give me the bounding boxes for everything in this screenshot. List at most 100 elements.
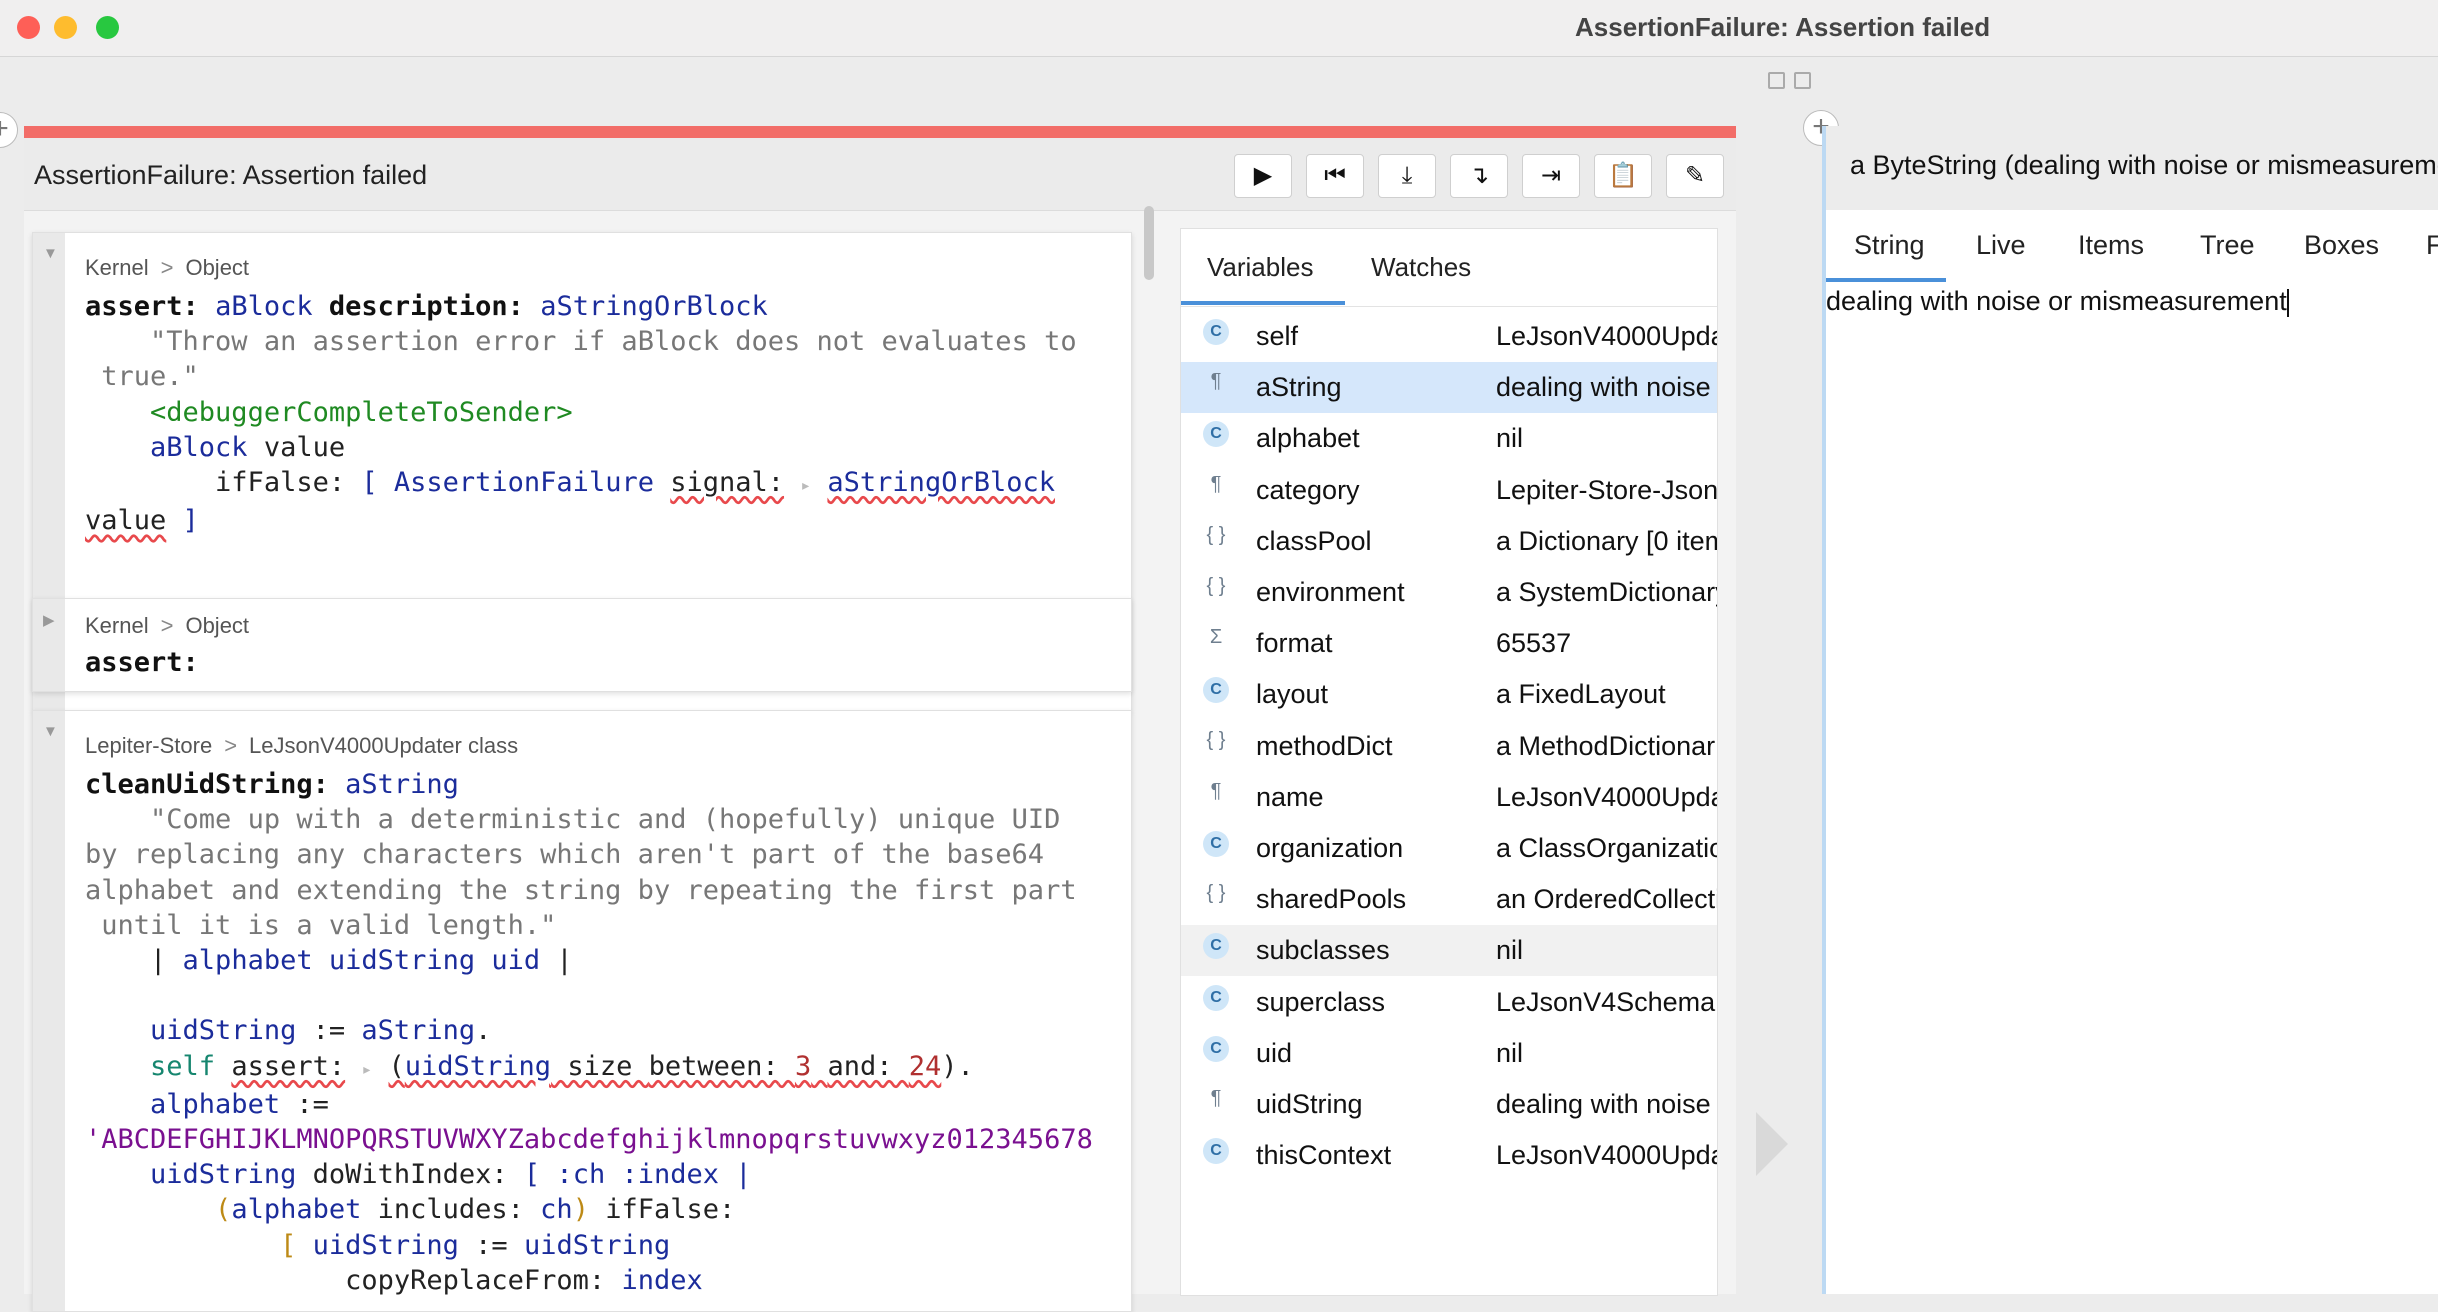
tab-live[interactable]: Live bbox=[1976, 230, 2026, 261]
method-code[interactable]: assert: aBlock description: aStringOrBlo… bbox=[85, 289, 1077, 538]
variable-row[interactable]: ¶ category Lepiter-Store-Json bbox=[1181, 465, 1717, 516]
tab-watches[interactable]: Watches bbox=[1371, 229, 1471, 305]
method-comment: true." bbox=[85, 361, 199, 393]
minimize-window-button[interactable] bbox=[54, 16, 77, 39]
crumb-separator: > bbox=[224, 733, 238, 758]
variable-row[interactable]: ¶ name LeJsonV4000Updat bbox=[1181, 772, 1717, 823]
expand-marker-icon[interactable]: ▸ bbox=[800, 475, 811, 496]
crumb-class[interactable]: Object bbox=[185, 255, 249, 280]
error-accent-bar bbox=[24, 126, 1736, 138]
class-icon: C bbox=[1201, 1035, 1231, 1062]
variable-name: subclasses bbox=[1256, 935, 1390, 966]
stack-scrollbar[interactable] bbox=[1144, 206, 1154, 280]
copy-stack-button[interactable]: 📋 bbox=[1594, 154, 1652, 198]
variable: uidString bbox=[404, 1050, 552, 1082]
frame-expander[interactable]: ▼ bbox=[33, 711, 65, 1311]
variable-row[interactable]: { } sharedPools an OrderedCollecti bbox=[1181, 874, 1717, 925]
expand-arrow-icon[interactable] bbox=[1756, 1112, 1788, 1176]
class-icon: C bbox=[1201, 831, 1231, 857]
method-signature: assert: bbox=[85, 645, 199, 680]
variable-row[interactable]: Csubclasses nil bbox=[1181, 925, 1717, 977]
paren: ). bbox=[941, 1050, 974, 1082]
variable-row[interactable]: ¶ uidString dealing with noise bbox=[1181, 1079, 1717, 1130]
variable-name: sharedPools bbox=[1256, 884, 1407, 915]
step-through-button[interactable]: ⇥ bbox=[1522, 154, 1580, 198]
variable-row[interactable]: { } classPool a Dictionary [0 item bbox=[1181, 516, 1717, 567]
selector: assert: bbox=[85, 647, 199, 678]
crumb-class[interactable]: Object bbox=[185, 613, 249, 638]
crumb-class[interactable]: LeJsonV4000Updater class bbox=[249, 733, 518, 758]
variable-value: nil bbox=[1496, 935, 1524, 966]
variable: aString bbox=[361, 1015, 476, 1047]
clipboard-icon: 📋 bbox=[1608, 162, 1638, 189]
string-content-editor[interactable]: dealing with noise or mismeasurement bbox=[1826, 286, 2289, 317]
variable: alphabet bbox=[150, 1088, 281, 1120]
square-icon[interactable] bbox=[1794, 72, 1811, 89]
class-badge: C bbox=[1203, 319, 1229, 345]
method-comment: until it is a valid length." bbox=[85, 909, 557, 941]
variable-row[interactable]: Σformat 65537 bbox=[1181, 618, 1717, 669]
message: value bbox=[85, 505, 167, 537]
step-into-button[interactable]: ⤓ bbox=[1378, 154, 1436, 198]
window-titlebar: AssertionFailure: Assertion failed bbox=[0, 0, 2438, 57]
class-badge: C bbox=[1203, 1035, 1229, 1062]
expand-marker-icon[interactable]: ▸ bbox=[361, 1059, 372, 1080]
crumb-package[interactable]: Kernel bbox=[85, 613, 149, 638]
variable-name: self bbox=[1256, 321, 1299, 351]
tab-variables[interactable]: Variables bbox=[1207, 229, 1313, 305]
frame-expander[interactable]: ▶ bbox=[33, 599, 65, 691]
add-pane-left-button[interactable]: + bbox=[0, 112, 18, 148]
variable-row[interactable]: Calphabet nil bbox=[1181, 413, 1717, 464]
class-badge: C bbox=[1203, 677, 1229, 704]
breadcrumb: Lepiter-Store > LeJsonV4000Updater class bbox=[85, 733, 518, 759]
tab-tree[interactable]: Tree bbox=[2200, 230, 2255, 261]
method-comment: by replacing any characters which aren't… bbox=[85, 839, 1045, 871]
variable-value: LeJsonV4SchemaU bbox=[1496, 986, 1717, 1017]
variable-row[interactable]: { } environment a SystemDictionary bbox=[1181, 567, 1717, 618]
class-reference: AssertionFailure bbox=[393, 467, 654, 499]
variable: ch bbox=[540, 1194, 573, 1226]
string-content: dealing with noise or mismeasurement bbox=[1826, 286, 2287, 316]
temps-bar: | bbox=[150, 945, 183, 977]
resume-button[interactable]: ▶ bbox=[1234, 154, 1292, 198]
stack-frame[interactable]: ▼ Lepiter-Store > LeJsonV4000Updater class… bbox=[32, 710, 1132, 1312]
current-selector: signal: bbox=[670, 467, 785, 499]
block-args: [ :ch :index | bbox=[523, 1159, 752, 1191]
crumb-package[interactable]: Kernel bbox=[85, 255, 149, 280]
square-icon[interactable] bbox=[1768, 72, 1785, 89]
restart-button[interactable]: ⏮ bbox=[1306, 154, 1364, 198]
step-over-button[interactable]: ↴ bbox=[1450, 154, 1508, 198]
variable-row[interactable]: Corganization a ClassOrganizatio bbox=[1181, 823, 1717, 874]
variable: uidString bbox=[312, 1229, 459, 1261]
variable-row[interactable]: { } methodDict a MethodDictionar bbox=[1181, 721, 1717, 772]
argument: aString bbox=[345, 769, 459, 800]
variable-row[interactable]: Csuperclass LeJsonV4SchemaU bbox=[1181, 977, 1717, 1028]
variable-row[interactable]: Clayout a FixedLayout bbox=[1181, 669, 1717, 720]
close-window-button[interactable] bbox=[17, 16, 40, 39]
paren: ) bbox=[572, 1194, 589, 1226]
stack-frame-collapsed[interactable]: ▶ Kernel > Object assert: bbox=[32, 598, 1132, 692]
layout-toggles[interactable] bbox=[1768, 72, 1820, 94]
message: between: bbox=[648, 1050, 779, 1082]
class-badge: C bbox=[1203, 831, 1229, 857]
method-code[interactable]: cleanUidString: aString "Come up with a … bbox=[85, 767, 1093, 1298]
zoom-window-button[interactable] bbox=[96, 16, 119, 39]
class-icon: C bbox=[1201, 319, 1231, 345]
variable-row[interactable]: ¶ aString dealing with noise bbox=[1181, 362, 1717, 414]
variable-row[interactable]: Cself LeJsonV4000Updat bbox=[1181, 311, 1717, 362]
variable-value: a SystemDictionary bbox=[1496, 577, 1717, 607]
collection-icon: { } bbox=[1206, 575, 1226, 597]
tab-boxes[interactable]: Boxes bbox=[2304, 230, 2379, 261]
variable-row[interactable]: CthisContext LeJsonV4000Updat bbox=[1181, 1130, 1717, 1181]
tab-items[interactable]: Items bbox=[2078, 230, 2144, 261]
number: 24 bbox=[908, 1050, 942, 1082]
message: includes: bbox=[361, 1194, 541, 1226]
crumb-package[interactable]: Lepiter-Store bbox=[85, 733, 212, 758]
variable-name: alphabet bbox=[1256, 423, 1360, 454]
bracket: [ bbox=[280, 1229, 313, 1261]
tab-string[interactable]: String bbox=[1854, 230, 1925, 261]
tab-more[interactable]: F bbox=[2426, 230, 2438, 261]
edit-button[interactable]: ✎ bbox=[1666, 154, 1724, 198]
variable-name: category bbox=[1256, 474, 1360, 505]
variable-row[interactable]: Cuid nil bbox=[1181, 1028, 1717, 1079]
